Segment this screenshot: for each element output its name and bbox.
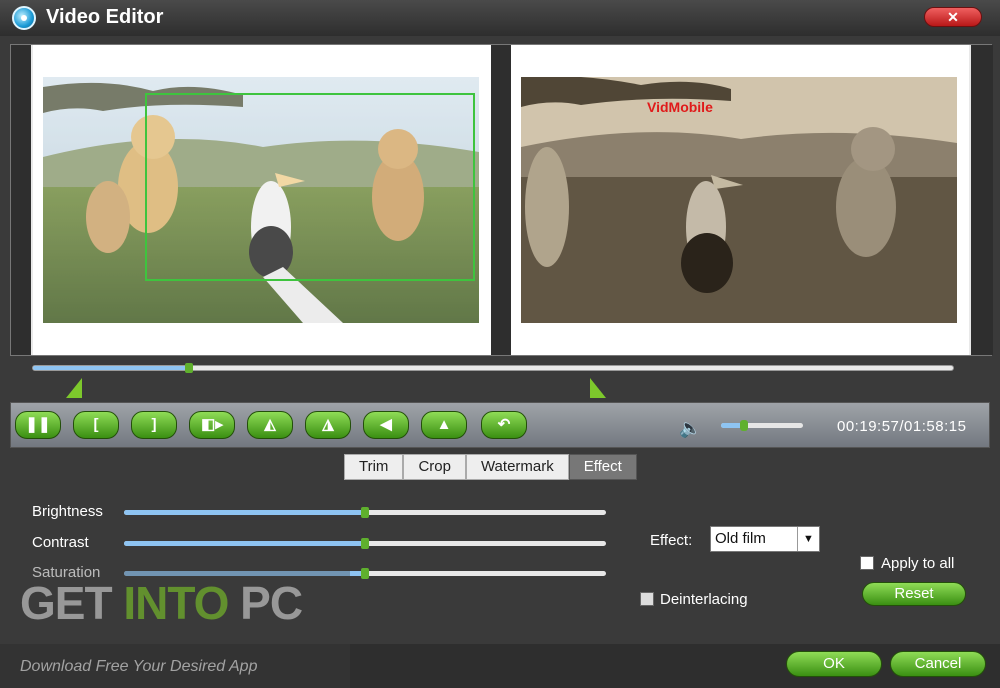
close-button[interactable]: ✕ (924, 7, 982, 27)
contrast-thumb[interactable] (361, 538, 369, 549)
undo-button[interactable]: ↶ (481, 411, 527, 439)
tab-watermark[interactable]: Watermark (465, 454, 569, 480)
timeline-thumb[interactable] (185, 363, 194, 373)
apply-to-all-label: Apply to all (881, 555, 955, 572)
crop-selection-box[interactable] (145, 93, 475, 281)
chevron-down-icon[interactable]: ▼ (797, 527, 819, 551)
tab-crop[interactable]: Crop (403, 454, 466, 480)
playback-toolbar: ❚❚ [ ] ◧▸ ◭ ◮ ◀ ▲ ↶ 🔈 00:19:57/01:58:15 (10, 402, 990, 448)
flip-vertical-button[interactable]: ◮ (305, 411, 351, 439)
ok-button[interactable]: OK (786, 651, 882, 677)
contrast-slider[interactable] (124, 538, 606, 549)
wm-pc: PC (228, 577, 303, 629)
timeline-progress (33, 366, 190, 370)
window-title: Video Editor (46, 6, 164, 28)
trim-end-marker[interactable] (590, 378, 606, 398)
brightness-thumb[interactable] (361, 507, 369, 518)
app-logo-icon (12, 6, 36, 30)
deinterlacing-label: Deinterlacing (660, 591, 748, 608)
effect-selected-value: Old film (715, 530, 766, 547)
flip-horizontal-button[interactable]: ◭ (247, 411, 293, 439)
preview-divider (491, 45, 511, 355)
deinterlacing-checkbox[interactable] (640, 592, 654, 606)
site-watermark-logo: GET INTO PC (20, 576, 303, 630)
output-video-frame: VidMobile (521, 77, 957, 323)
split-button[interactable]: ◧▸ (189, 411, 235, 439)
speaker-icon[interactable]: 🔈 (679, 418, 701, 439)
timeline-slider[interactable] (32, 363, 954, 373)
wm-into: INTO (123, 577, 229, 629)
video-editor-window: Video Editor ✕ VidMobile ❚❚ [] ◧▸ ◭ ◮ ◀… (0, 0, 1000, 688)
watermark-preview-text: VidMobile (647, 99, 713, 115)
pause-button[interactable]: ❚❚ (15, 411, 61, 439)
original-video-frame (43, 77, 479, 323)
title-bar: Video Editor ✕ (0, 0, 1000, 36)
timecode-display: 00:19:57/01:58:15 (837, 418, 967, 435)
brightness-slider[interactable] (124, 507, 606, 518)
edit-tabs: Trim Crop Watermark Effect (344, 454, 637, 480)
reset-button[interactable]: Reset (862, 582, 966, 606)
contrast-label: Contrast (32, 534, 89, 551)
effect-label: Effect: (650, 532, 693, 549)
saturation-thumb[interactable] (361, 568, 369, 579)
effect-dropdown[interactable]: Old film ▼ (710, 526, 820, 552)
volume-slider[interactable] (721, 420, 803, 431)
tab-trim[interactable]: Trim (344, 454, 404, 480)
mark-out-button[interactable]: ] (131, 411, 177, 439)
trim-start-marker[interactable] (66, 378, 82, 398)
rotate-right-button[interactable]: ▲ (421, 411, 467, 439)
preview-area: VidMobile (10, 44, 993, 356)
output-preview: VidMobile (511, 45, 969, 355)
wm-get: GET (20, 577, 124, 629)
mark-in-button[interactable]: [ (73, 411, 119, 439)
cancel-button[interactable]: Cancel (890, 651, 986, 677)
original-preview (33, 45, 491, 355)
volume-thumb[interactable] (739, 420, 748, 431)
site-watermark-tagline: Download Free Your Desired App (20, 658, 258, 675)
preview-border-right (971, 45, 993, 355)
preview-border-left (11, 45, 31, 355)
brightness-fill (124, 510, 365, 515)
rotate-left-button[interactable]: ◀ (363, 411, 409, 439)
brightness-label: Brightness (32, 503, 103, 520)
tab-effect[interactable]: Effect (568, 454, 637, 480)
output-video-image (521, 77, 957, 323)
apply-to-all-checkbox[interactable] (860, 556, 874, 570)
contrast-fill (124, 541, 365, 546)
